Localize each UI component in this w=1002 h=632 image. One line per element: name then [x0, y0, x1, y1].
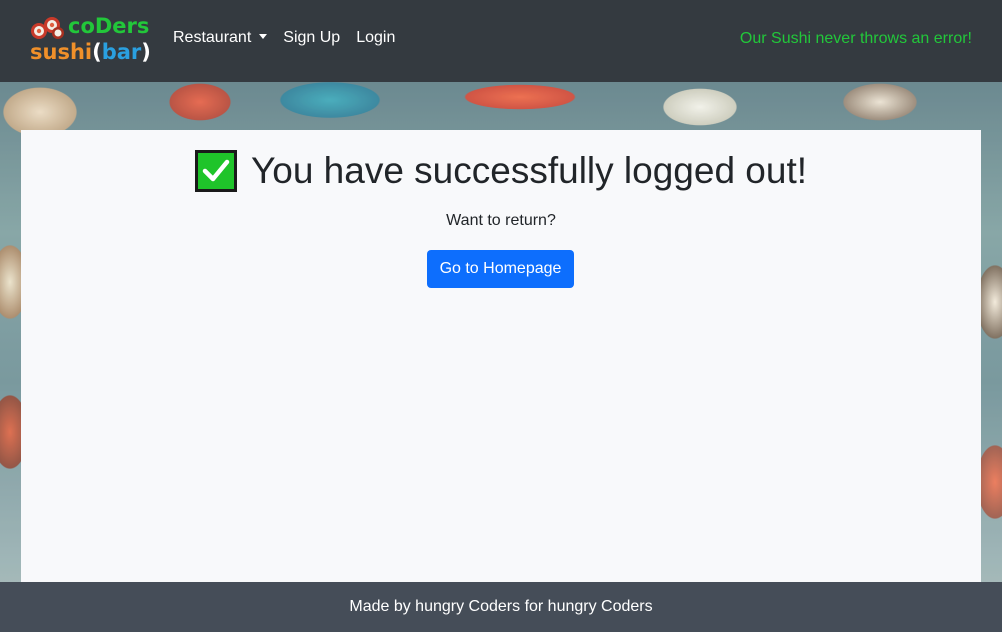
- nav-restaurant-dropdown[interactable]: Restaurant: [173, 29, 268, 47]
- nav-restaurant-label: Restaurant: [173, 29, 252, 46]
- sushi-rolls-icon: [31, 17, 64, 39]
- footer: Made by hungry Coders for hungry Coders: [0, 582, 1002, 632]
- brand-text-sushi: sushi: [30, 40, 93, 64]
- logout-card: You have successfully logged out! Want t…: [21, 130, 981, 582]
- footer-text: Made by hungry Coders for hungry Coders: [349, 598, 653, 615]
- navbar-tagline: Our Sushi never throws an error!: [739, 30, 972, 47]
- brand-text-bar: bar: [101, 40, 142, 64]
- brand-logo[interactable]: coDers sushi(bar): [30, 14, 151, 66]
- logout-headline: You have successfully logged out!: [21, 150, 981, 192]
- caret-down-icon: [259, 34, 268, 39]
- check-mark-icon: [194, 150, 237, 192]
- nav-login-link[interactable]: Login: [356, 29, 395, 47]
- page-title: You have successfully logged out!: [250, 150, 808, 191]
- return-prompt: Want to return?: [446, 212, 556, 229]
- nav-signup-link[interactable]: Sign Up: [283, 29, 340, 47]
- nav-links: Restaurant Sign Up Login: [173, 29, 395, 47]
- brand-text-sushibar: sushi(bar): [30, 40, 151, 64]
- go-to-homepage-button[interactable]: Go to Homepage: [427, 250, 574, 288]
- brand-paren-open: (: [92, 40, 102, 64]
- brand-paren-close: ): [141, 40, 151, 64]
- navbar: coDers sushi(bar) Restaurant Sign Up Log…: [0, 0, 1002, 82]
- brand-text-coders: coDers: [68, 14, 150, 38]
